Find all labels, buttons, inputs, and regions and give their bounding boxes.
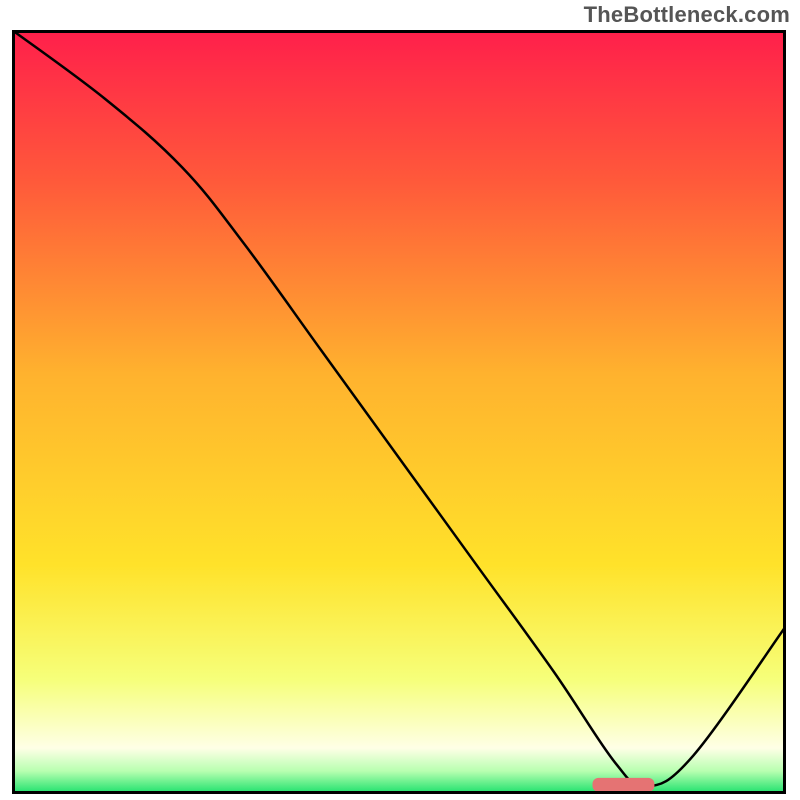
plot-svg: [12, 30, 786, 794]
attribution-text: TheBottleneck.com: [584, 2, 790, 28]
gradient-background: [12, 30, 786, 794]
ideal-zone-marker: [593, 778, 655, 792]
plot-frame: [12, 30, 786, 794]
chart-root: TheBottleneck.com: [0, 0, 800, 800]
